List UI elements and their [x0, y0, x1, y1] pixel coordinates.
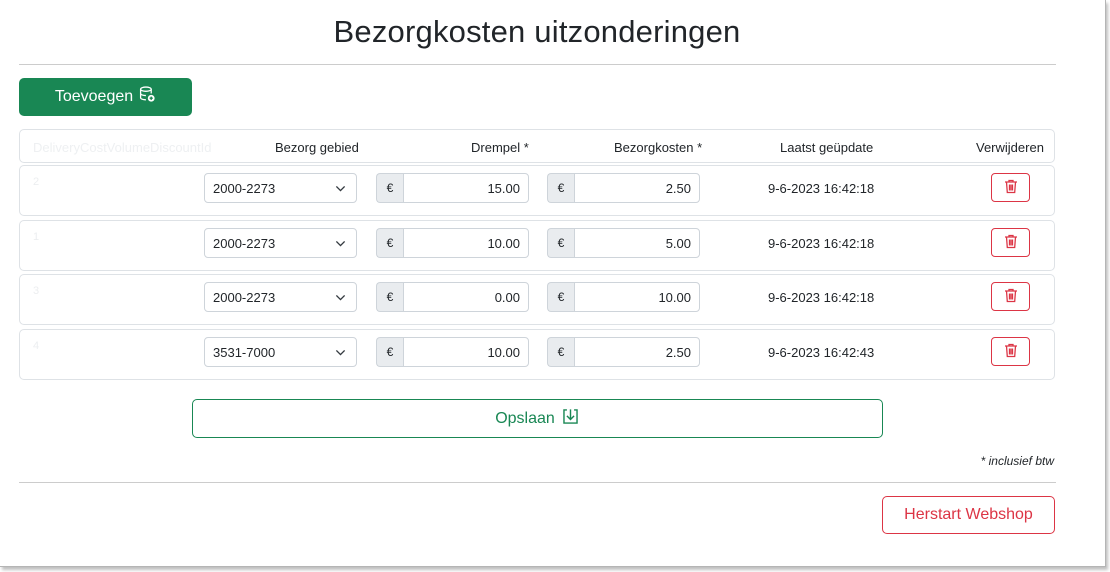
cost-input-group: € [547, 282, 700, 312]
currency-prefix: € [376, 173, 403, 203]
threshold-input[interactable] [403, 228, 529, 258]
threshold-input-group: € [376, 173, 529, 203]
threshold-input[interactable] [403, 282, 529, 312]
threshold-input-group: € [376, 228, 529, 258]
cost-input[interactable] [574, 228, 700, 258]
trash-icon [1003, 342, 1019, 362]
trash-icon [1003, 287, 1019, 307]
header-cost: Bezorgkosten * [614, 140, 703, 155]
page-title: Bezorgkosten uitzonderingen [333, 14, 741, 49]
threshold-input-group: € [376, 337, 529, 367]
cost-input-group: € [547, 228, 700, 258]
table-row: 4 3531-7000 € € 9-6-2023 16:42:43 [19, 329, 1055, 380]
area-select-value: 3531-7000 [213, 344, 276, 360]
table-header: DeliveryCostVolumeDiscountId Bezorg gebi… [19, 129, 1055, 163]
download-box-icon [561, 407, 580, 431]
cost-input-group: € [547, 337, 700, 367]
currency-prefix: € [547, 337, 574, 367]
currency-prefix: € [376, 228, 403, 258]
area-select[interactable]: 3531-7000 [204, 337, 357, 367]
chevron-down-icon [335, 291, 346, 306]
currency-prefix: € [547, 228, 574, 258]
currency-prefix: € [376, 282, 403, 312]
trash-icon [1003, 233, 1019, 253]
footer-divider [19, 482, 1056, 483]
table-row: 2 2000-2273 € € 9-6-2023 16:42:18 [19, 165, 1055, 216]
cost-input[interactable] [574, 282, 700, 312]
restart-webshop-button[interactable]: Herstart Webshop [882, 496, 1055, 534]
cost-input[interactable] [574, 173, 700, 203]
row-id: 3 [33, 285, 40, 297]
updated-timestamp: 9-6-2023 16:42:18 [768, 290, 875, 305]
delete-button[interactable] [991, 282, 1030, 311]
chevron-down-icon [335, 237, 346, 252]
chevron-down-icon [335, 346, 346, 361]
area-select[interactable]: 2000-2273 [204, 228, 357, 258]
area-select[interactable]: 2000-2273 [204, 282, 357, 312]
header-threshold: Drempel * [471, 140, 529, 155]
chevron-down-icon [335, 182, 346, 197]
threshold-input[interactable] [403, 173, 529, 203]
updated-timestamp: 9-6-2023 16:42:18 [768, 236, 875, 251]
updated-timestamp: 9-6-2023 16:42:43 [768, 345, 875, 360]
area-select[interactable]: 2000-2273 [204, 173, 357, 203]
table-row: 3 2000-2273 € € 9-6-2023 16:42:18 [19, 274, 1055, 325]
header-updated: Laatst geüpdate [780, 140, 874, 155]
title-divider [19, 64, 1056, 65]
row-id: 4 [33, 340, 40, 352]
threshold-input[interactable] [403, 337, 529, 367]
save-button-label: Opslaan [495, 409, 555, 427]
save-button[interactable]: Opslaan [192, 399, 883, 438]
row-id: 1 [33, 231, 40, 243]
table-row: 1 2000-2273 € € 9-6-2023 16:42:18 [19, 220, 1055, 271]
currency-prefix: € [376, 337, 403, 367]
cost-input[interactable] [574, 337, 700, 367]
app-window: Bezorgkosten uitzonderingen Toevoegen De… [0, 0, 1106, 567]
header-area: Bezorg gebied [275, 140, 359, 155]
cost-input-group: € [547, 173, 700, 203]
add-button[interactable]: Toevoegen [19, 78, 192, 116]
threshold-input-group: € [376, 282, 529, 312]
row-id: 2 [33, 176, 40, 188]
vat-footnote: * inclusief btw [980, 454, 1054, 468]
updated-timestamp: 9-6-2023 16:42:18 [768, 181, 875, 196]
delete-button[interactable] [991, 337, 1030, 366]
area-select-value: 2000-2273 [213, 289, 276, 305]
area-select-value: 2000-2273 [213, 180, 276, 196]
trash-icon [1003, 178, 1019, 198]
area-select-value: 2000-2273 [213, 235, 276, 251]
header-delete: Verwijderen [976, 140, 1044, 155]
database-add-icon [139, 86, 156, 108]
currency-prefix: € [547, 173, 574, 203]
delete-button[interactable] [991, 228, 1030, 257]
delete-button[interactable] [991, 173, 1030, 202]
currency-prefix: € [547, 282, 574, 312]
header-id-ghost: DeliveryCostVolumeDiscountId [33, 140, 212, 155]
add-button-label: Toevoegen [54, 88, 134, 105]
